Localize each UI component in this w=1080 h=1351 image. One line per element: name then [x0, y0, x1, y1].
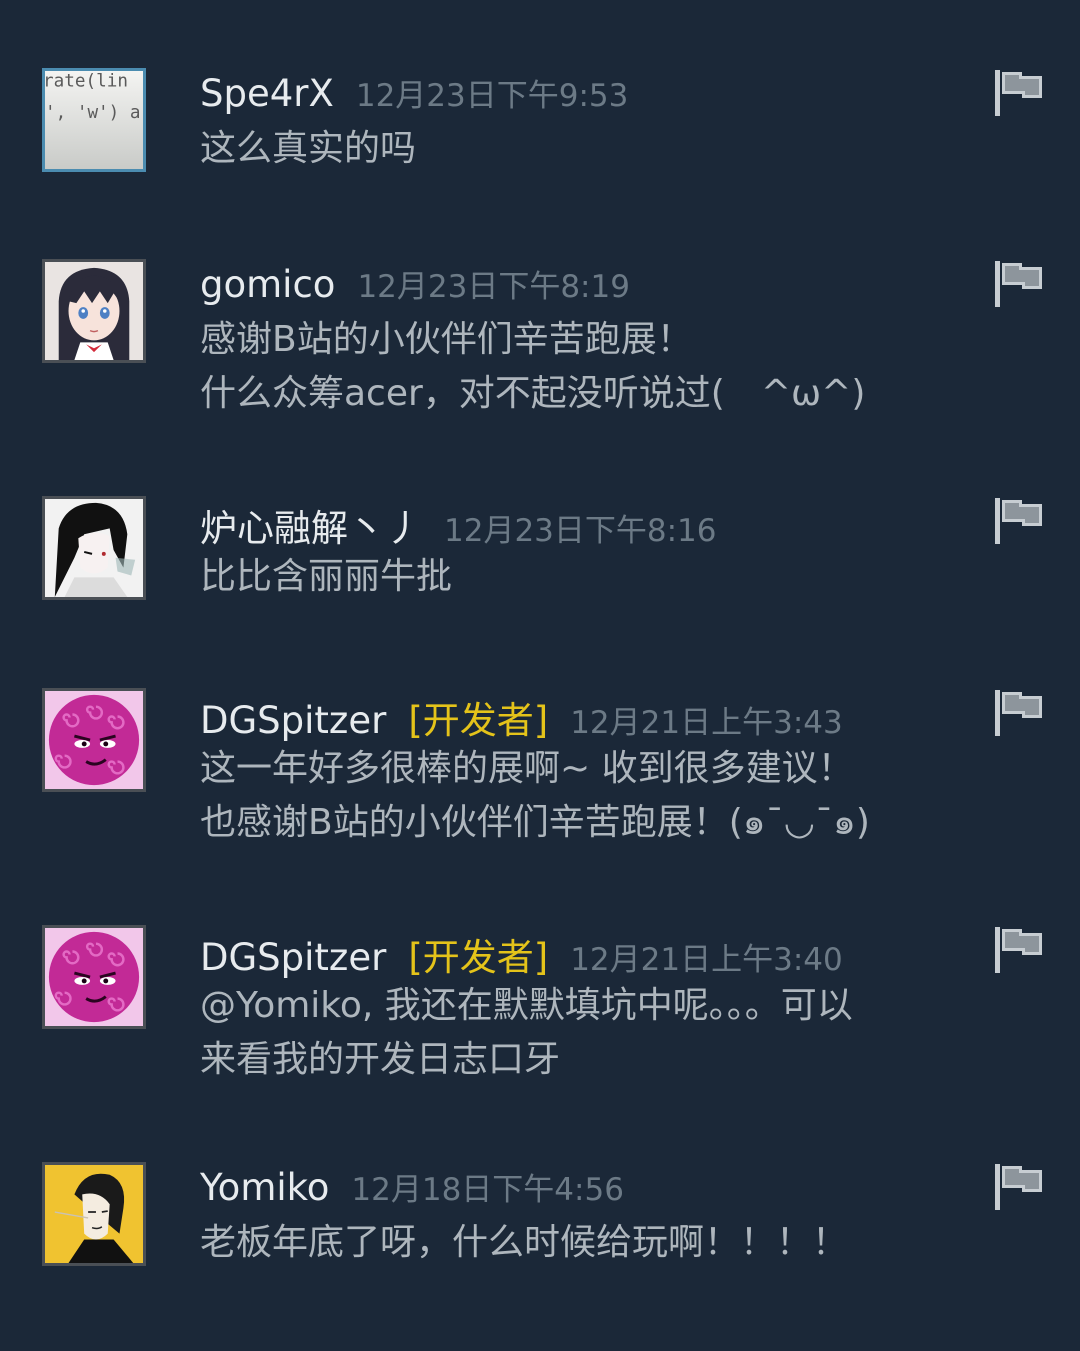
monochrome-character-avatar[interactable] — [42, 496, 146, 600]
comment-text: 感谢B站的小伙伴们辛苦跑展！ 什么众筹acer，对不起没听说过( ^ω^) — [200, 319, 866, 414]
comment-timestamp: 12月23日下午8:19 — [357, 269, 630, 305]
comment-body: gomico 12月23日下午8:19 感谢B站的小伙伴们辛苦跑展！ 什么众筹a… — [200, 261, 960, 421]
anime-girl-avatar[interactable] — [42, 259, 146, 363]
pink-swirl-face-avatar[interactable] — [42, 925, 146, 1029]
comment-timestamp: 12月23日下午8:16 — [444, 513, 717, 549]
comment-text: 比比含丽丽牛批 — [200, 556, 453, 597]
ink-portrait-avatar[interactable] — [42, 1162, 146, 1266]
flag-icon[interactable] — [992, 496, 1046, 546]
code-screenshot-avatar[interactable]: rate(lin ', 'w') a — [42, 68, 146, 172]
comment-text: 这一年好多很棒的展啊~ 收到很多建议！ 也感谢B站的小伙伴们辛苦跑展！(๑¯◡¯… — [200, 748, 870, 843]
comment-body: Spe4rX 12月23日下午9:53 这么真实的吗 — [200, 70, 960, 176]
comment-header: DGSpitzer [开发者] 12月21日上午3:40 — [200, 927, 960, 979]
pink-swirl-face-avatar[interactable] — [42, 688, 146, 792]
comment-timestamp: 12月21日上午3:40 — [570, 942, 843, 978]
flag-icon[interactable] — [992, 688, 1046, 738]
comment-body: DGSpitzer [开发者] 12月21日上午3:40 @Yomiko, 我还… — [200, 927, 960, 1087]
comment-timestamp: 12月18日下午4:56 — [351, 1172, 624, 1208]
flag-icon[interactable] — [992, 259, 1046, 309]
comment-header: 炉心融解丶丿 12月23日下午8:16 — [200, 498, 960, 550]
comment-body: 炉心融解丶丿 12月23日下午8:16 比比含丽丽牛批 — [200, 498, 960, 604]
comment-timestamp: 12月23日下午9:53 — [355, 78, 629, 114]
comment-list: rate(lin ', 'w') a Spe4rX 12月23日下午9:53 这… — [0, 0, 1080, 1351]
comment-text: 老板年底了呀，什么时候给玩啊！！！！ — [200, 1222, 849, 1263]
comment-header: Spe4rX 12月23日下午9:53 — [200, 70, 960, 116]
comment-author[interactable]: DGSpitzer — [200, 699, 386, 742]
flag-icon[interactable] — [992, 1162, 1046, 1212]
svg-text:rate(lin: rate(lin — [45, 72, 128, 92]
comment-header: gomico 12月23日下午8:19 — [200, 261, 960, 307]
comment-body: DGSpitzer [开发者] 12月21日上午3:43 这一年好多很棒的展啊~… — [200, 690, 960, 850]
comment-author[interactable]: Yomiko — [200, 1166, 329, 1209]
comment-body: Yomiko 12月18日下午4:56 老板年底了呀，什么时候给玩啊！！！！ — [200, 1164, 960, 1270]
comment-timestamp: 12月21日上午3:43 — [570, 705, 843, 741]
comment-author[interactable]: 炉心融解丶丿 — [200, 498, 422, 552]
comment-author[interactable]: gomico — [200, 263, 335, 306]
flag-icon[interactable] — [992, 925, 1046, 975]
comment-text: @Yomiko, 我还在默默填坑中呢。。。可以 来看我的开发日志口牙 — [200, 985, 853, 1080]
developer-badge: [开发者] — [408, 699, 549, 742]
comment-author[interactable]: Spe4rX — [200, 72, 334, 115]
flag-icon[interactable] — [992, 68, 1046, 118]
comment-header: Yomiko 12月18日下午4:56 — [200, 1164, 960, 1210]
comment-text: 这么真实的吗 — [200, 128, 417, 169]
comment-author[interactable]: DGSpitzer — [200, 936, 386, 979]
svg-text:', 'w') a: ', 'w') a — [45, 103, 141, 123]
comment-header: DGSpitzer [开发者] 12月21日上午3:43 — [200, 690, 960, 742]
developer-badge: [开发者] — [408, 936, 549, 979]
